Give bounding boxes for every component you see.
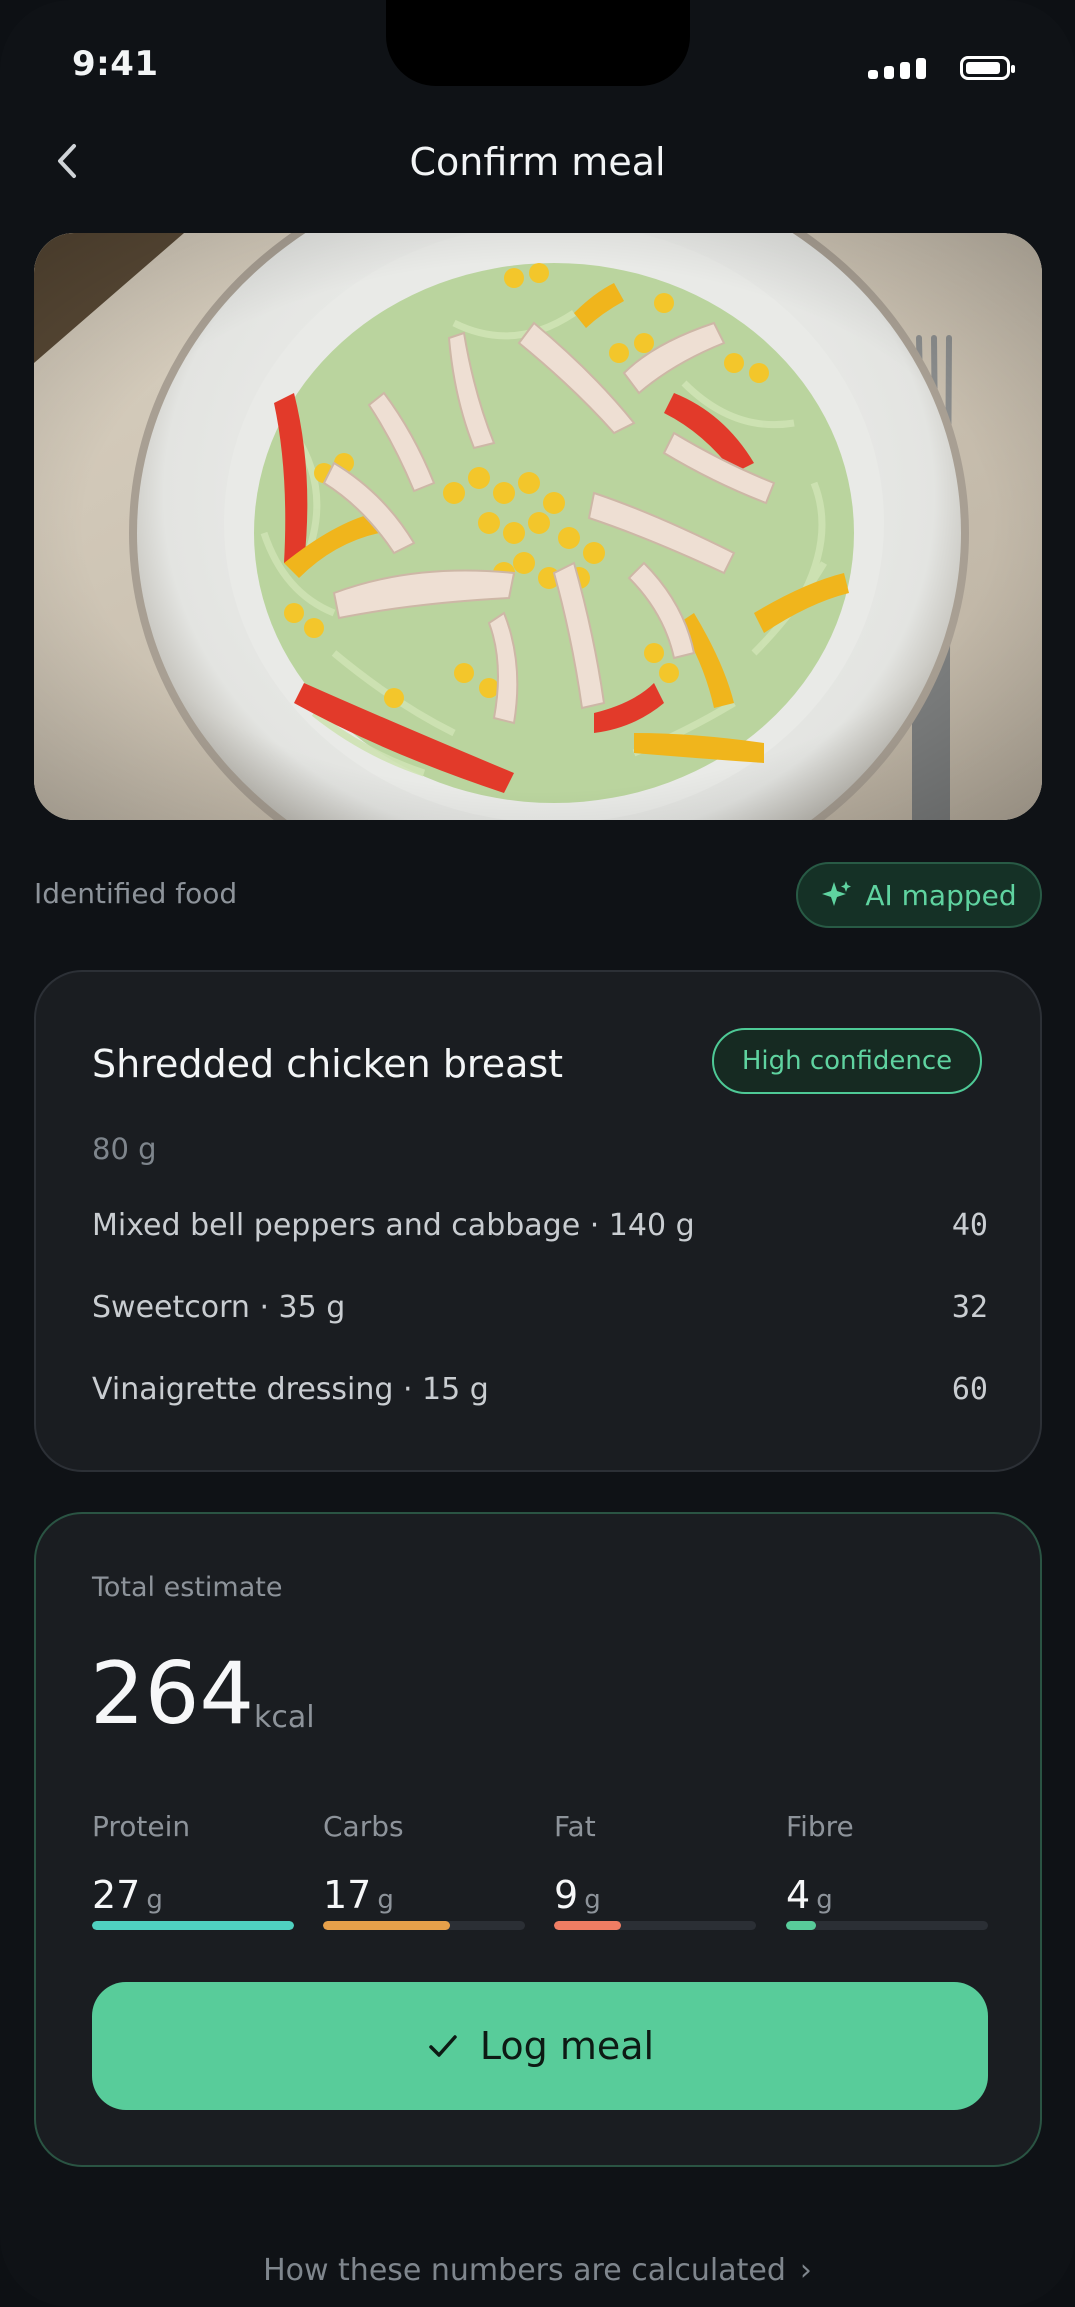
total-estimate-card: Total estimate 264 kcal Protein 27 g Carb… xyxy=(34,1512,1042,2167)
nav-bar: Confirm meal xyxy=(0,120,1075,210)
ingredient-label: Vinaigrette dressing · 15 g xyxy=(92,1372,489,1407)
dynamic-island xyxy=(386,0,690,86)
log-meal-label: Log meal xyxy=(479,2024,655,2068)
macro-carbs: Carbs 17 g xyxy=(323,1810,525,1917)
ingredient-kcal: 32 xyxy=(951,1290,988,1325)
status-time: 9:41 xyxy=(72,44,159,84)
food-name: Shredded chicken breast xyxy=(92,1042,564,1086)
status-bar: 9:41 xyxy=(0,0,1075,130)
ingredient-row[interactable]: Mixed bell peppers and cabbage · 140 g 4… xyxy=(92,1208,988,1243)
macro-bar-fibre xyxy=(786,1921,988,1930)
screen: 9:41 Confirm meal Identified food AI map… xyxy=(0,0,1075,2307)
macro-label: Fat xyxy=(554,1810,596,1843)
ingredient-kcal: 60 xyxy=(951,1372,988,1407)
macro-fat: Fat 9g xyxy=(554,1810,756,1917)
page-title: Confirm meal xyxy=(409,140,666,184)
calculation-info-label: How these numbers are calculated xyxy=(263,2253,786,2288)
macro-protein: Protein 27 g xyxy=(92,1810,294,1917)
ingredient-kcal: 40 xyxy=(951,1208,988,1243)
signal-icon xyxy=(868,58,932,79)
macro-value: 9g xyxy=(554,1873,601,1917)
macro-label: Carbs xyxy=(323,1810,404,1843)
total-kcal-value: 264 xyxy=(90,1644,255,1744)
log-meal-button[interactable]: Log meal xyxy=(92,1982,988,2110)
ingredient-row[interactable]: Sweetcorn · 35 g 32 xyxy=(92,1290,988,1325)
macro-value: 4g xyxy=(786,1873,833,1917)
ai-chip-label: AI mapped xyxy=(865,878,1017,912)
macro-value: 27 g xyxy=(92,1873,163,1917)
total-kcal-unit: kcal xyxy=(254,1700,315,1735)
identified-food-label: Identified food xyxy=(34,877,238,910)
ai-mapped-chip[interactable]: AI mapped xyxy=(796,862,1042,928)
macro-bar-carbs xyxy=(323,1921,525,1930)
macro-label: Fibre xyxy=(786,1810,854,1843)
sparkle-icon xyxy=(822,881,852,906)
macro-fibre: Fibre 4g xyxy=(786,1810,988,1917)
macro-bar-protein xyxy=(92,1921,294,1930)
meal-photo xyxy=(34,233,1042,820)
food-card[interactable]: Shredded chicken breast High confidence … xyxy=(34,970,1042,1472)
ingredient-label: Sweetcorn · 35 g xyxy=(92,1290,346,1325)
food-weight: 80 g xyxy=(92,1132,157,1166)
confidence-badge: High confidence xyxy=(712,1028,982,1094)
macro-bar-fat xyxy=(554,1921,756,1930)
total-estimate-label: Total estimate xyxy=(92,1572,283,1603)
calculation-info-link[interactable]: How these numbers are calculated › xyxy=(0,2253,1075,2288)
battery-icon xyxy=(960,56,1015,80)
chevron-right-icon: › xyxy=(799,2253,812,2288)
ingredient-row[interactable]: Vinaigrette dressing · 15 g 60 xyxy=(92,1372,988,1407)
macro-label: Protein xyxy=(92,1810,191,1843)
ingredient-label: Mixed bell peppers and cabbage · 140 g xyxy=(92,1208,695,1243)
macro-value: 17 g xyxy=(323,1873,394,1917)
checkmark-icon xyxy=(429,2035,457,2057)
